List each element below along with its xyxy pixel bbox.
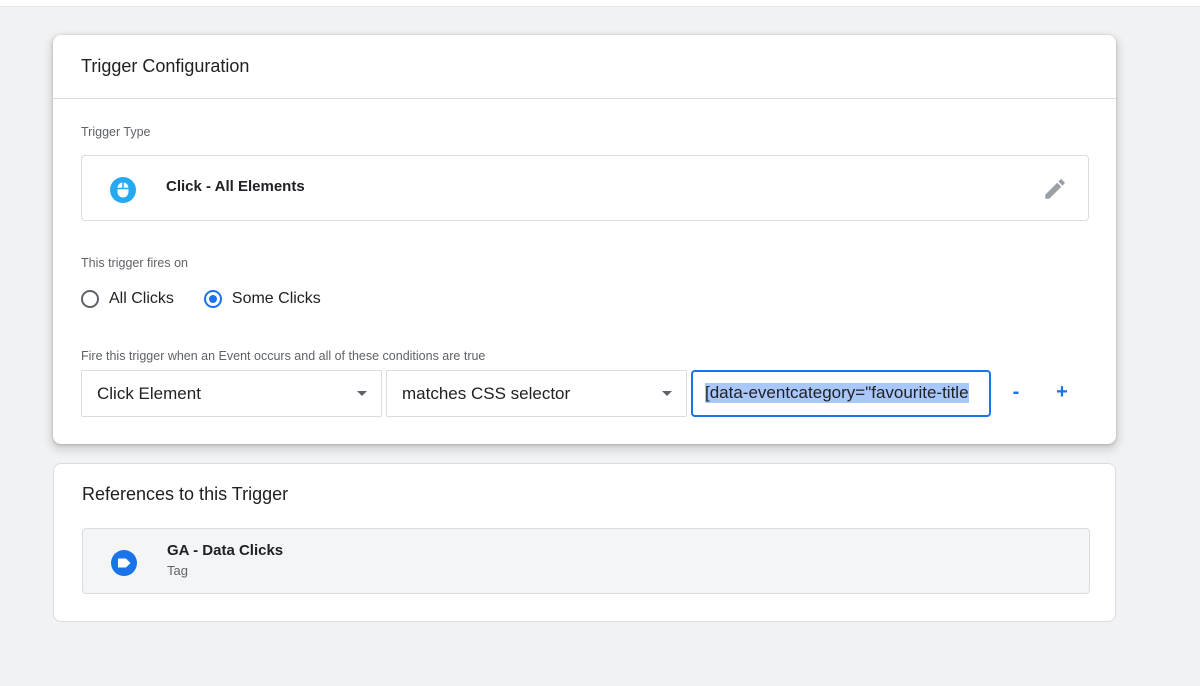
- reference-name: GA - Data Clicks: [167, 542, 284, 559]
- radio-button-unchecked[interactable]: [81, 290, 99, 308]
- radio-all-clicks[interactable]: All Clicks: [81, 290, 174, 308]
- radio-label: Some Clicks: [231, 290, 321, 307]
- operator-select[interactable]: matches CSS selector: [386, 370, 687, 417]
- condition-value-text: [data-eventcategory="favourite-title: [705, 383, 969, 403]
- trigger-configuration-card: Trigger Configuration Trigger Type Click…: [53, 35, 1116, 444]
- references-title: References to this Trigger: [82, 484, 289, 504]
- fires-on-radio-group: All Clicks Some Clicks: [81, 286, 351, 312]
- radio-label: All Clicks: [109, 290, 174, 307]
- reference-type: Tag: [167, 563, 188, 578]
- variable-select-value: Click Element: [97, 384, 201, 403]
- pencil-icon[interactable]: [1042, 176, 1068, 202]
- references-card: References to this Trigger GA - Data Cli…: [53, 463, 1116, 622]
- dropdown-arrow-icon: [357, 391, 367, 396]
- trigger-type-name: Click - All Elements: [166, 178, 305, 195]
- fires-on-label: This trigger fires on: [81, 256, 188, 270]
- mouse-icon: [110, 177, 136, 203]
- add-condition-button[interactable]: +: [1050, 379, 1074, 405]
- trigger-type-label: Trigger Type: [81, 125, 151, 139]
- dropdown-arrow-icon: [662, 391, 672, 396]
- reference-item-tag[interactable]: GA - Data Clicks Tag: [82, 528, 1090, 594]
- tag-icon: [111, 550, 137, 576]
- trigger-type-selector[interactable]: Click - All Elements: [81, 155, 1089, 221]
- radio-button-checked[interactable]: [203, 290, 222, 308]
- top-bar: [0, 0, 1200, 7]
- card-title: Trigger Configuration: [53, 35, 1116, 99]
- operator-select-value: matches CSS selector: [402, 384, 571, 403]
- conditions-label: Fire this trigger when an Event occurs a…: [81, 349, 486, 363]
- variable-select[interactable]: Click Element: [81, 370, 382, 417]
- radio-some-clicks[interactable]: Some Clicks: [203, 290, 321, 308]
- remove-condition-button[interactable]: -: [1004, 379, 1028, 405]
- condition-value-input[interactable]: [data-eventcategory="favourite-title: [691, 370, 991, 417]
